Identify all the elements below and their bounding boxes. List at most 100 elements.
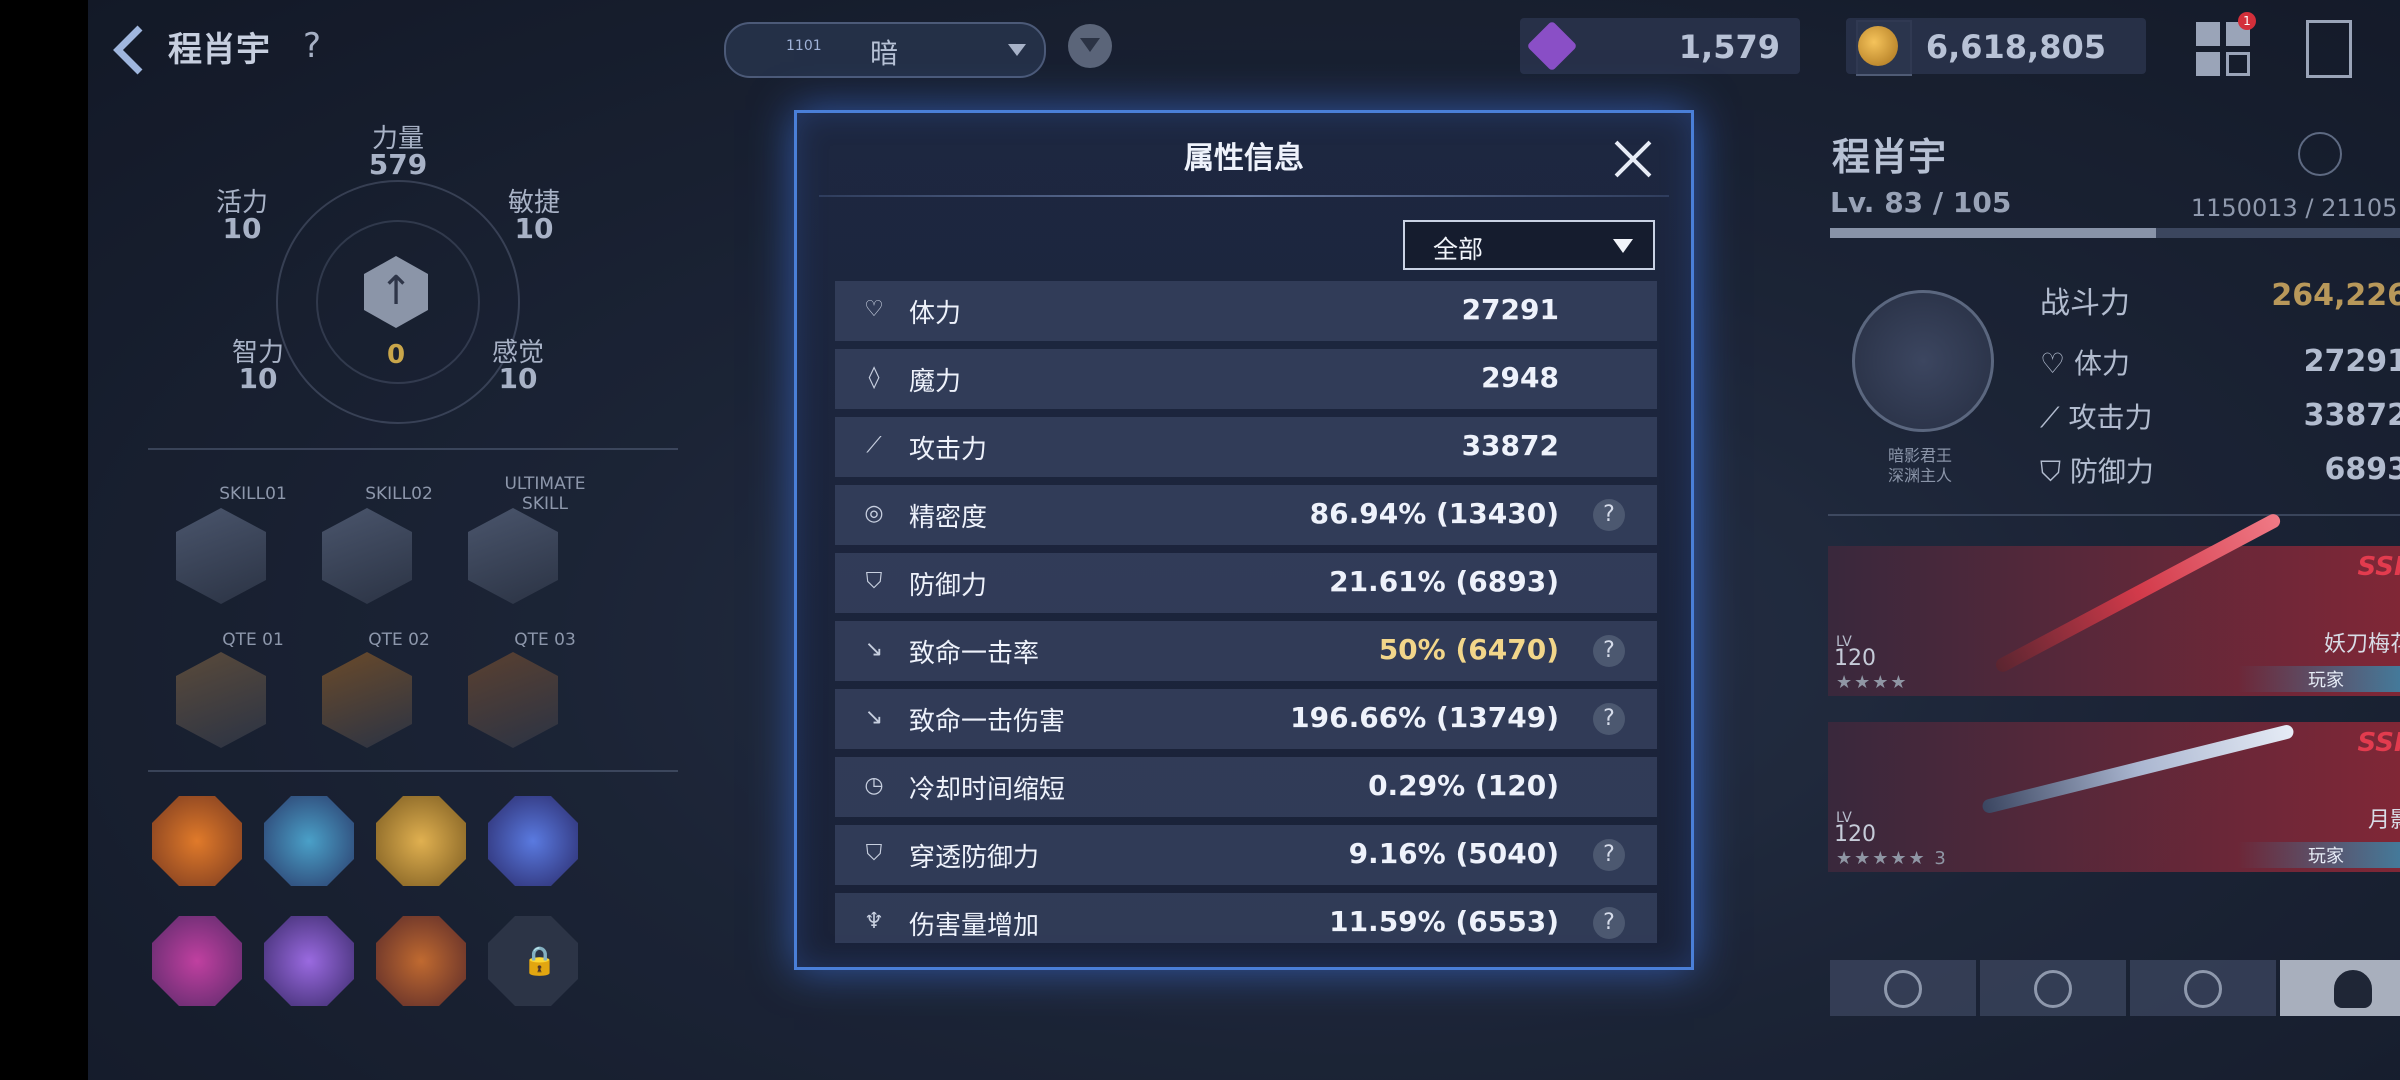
attribute-value: 0.29% (120) <box>1368 769 1559 802</box>
close-icon[interactable] <box>1613 139 1653 179</box>
heart-icon: ♡ <box>2040 347 2075 380</box>
attribute-name: 伤害量增加 <box>909 911 1040 941</box>
attribute-value: 21.61% (6893) <box>1329 565 1559 598</box>
help-icon[interactable]: ? <box>1593 839 1625 871</box>
qte03-label: QTE 03 <box>514 630 576 650</box>
filter-value: 全部 <box>1433 235 1484 264</box>
search-icon[interactable] <box>2298 132 2342 176</box>
attribute-value: 33872 <box>1461 429 1559 462</box>
tab-skills[interactable] <box>2130 960 2276 1016</box>
help-icon[interactable]: ? <box>1593 703 1625 735</box>
attribute-value: 50% (6470) <box>1378 633 1559 666</box>
weapon-level: 120 <box>1834 646 1876 671</box>
weapon-level: 120 <box>1834 822 1876 847</box>
game-screen: 程肖宇 ? 1101 暗 1,579 + 6,618,805 1 力量 579 … <box>88 0 2400 1080</box>
passive-armor-icon[interactable] <box>376 916 466 1006</box>
tab-profile[interactable] <box>2280 960 2400 1016</box>
gold-coin-icon <box>1858 26 1898 66</box>
back-arrow-icon[interactable] <box>110 24 150 76</box>
passive-strike-icon[interactable] <box>376 796 466 886</box>
passive-meditate-icon[interactable] <box>264 916 354 1006</box>
attribute-value: 27291 <box>1461 293 1559 326</box>
vitality-value: 10 <box>222 212 262 245</box>
gem-count: 1,579 <box>1678 28 1780 66</box>
passive-heart-icon[interactable] <box>152 916 242 1006</box>
target-icon: ◎ <box>864 501 884 526</box>
weapon-card[interactable]: SSR LV 120 月影 ★★★★★ 3 玩家 <box>1828 722 2400 872</box>
sword-icon: ⟋ <box>2040 401 2069 434</box>
element-dropdown[interactable]: 1101 暗 <box>724 22 1046 78</box>
attribute-name: 致命一击伤害 <box>909 707 1066 737</box>
locked-slot: 🔒 <box>488 916 578 1006</box>
skill01-label: SKILL01 <box>219 484 287 504</box>
class-emblem-icon <box>1852 290 1994 432</box>
weapon-card[interactable]: SSR LV 120 妖刀梅花 ★★★★ 玩家 <box>1828 511 2400 696</box>
attribute-name: 穿透防御力 <box>909 843 1040 873</box>
attribute-row: ⛉ 穿透防御力 9.16% (5040)? <box>835 825 1657 885</box>
cooldown-icon: ◷ <box>864 773 884 798</box>
perception-value: 10 <box>498 362 538 395</box>
shield-icon: ⛉ <box>2040 455 2070 488</box>
arrow-up-icon: ↑ <box>379 268 413 314</box>
profile-level: Lv. 83 / 105 <box>1830 186 2012 219</box>
owner-tag: 玩家 <box>2238 842 2400 868</box>
pierce-icon: ⛉ <box>865 841 883 866</box>
profile-exp: 1150013 / 2110510 <box>2190 194 2400 222</box>
droplet-icon: ◊ <box>868 365 880 390</box>
modal-title: 属性信息 <box>1184 141 1304 176</box>
title-divider <box>819 195 1669 197</box>
def-label: ⛉ 防御力 <box>2040 455 2154 488</box>
help-icon[interactable]: ? <box>1593 499 1625 531</box>
heart-icon: ♡ <box>864 297 884 322</box>
attribute-row: ◷ 冷却时间缩短 0.29% (120) <box>835 757 1657 817</box>
tab-equipment[interactable] <box>1980 960 2126 1016</box>
crit-rate-icon: ↘ <box>864 637 884 662</box>
armor-icon <box>2034 970 2072 1008</box>
attribute-list[interactable]: ♡ 体力 27291 ◊ 魔力 2948 ⟋ 攻击力 33872 ◎ 精密度 86.94% (1343… <box>835 281 1657 943</box>
menu-grid-icon[interactable] <box>2196 22 2252 78</box>
tab-element[interactable] <box>1830 960 1976 1016</box>
attribute-name: 精密度 <box>909 503 988 533</box>
attribute-name: 防御力 <box>909 571 988 601</box>
ultimate-skill-label: ULTIMATE SKILL <box>504 474 586 514</box>
agility-value: 10 <box>514 212 554 245</box>
atk-label: ⟋ 攻击力 <box>2040 401 2153 434</box>
attribute-value: 196.66% (13749) <box>1290 701 1559 734</box>
star-compass-icon <box>2184 970 2222 1008</box>
damage-up-icon: ♆ <box>864 909 884 934</box>
exp-bar-fill <box>1830 228 2156 238</box>
attribute-row: ◎ 精密度 86.94% (13430)? <box>835 485 1657 545</box>
shield-icon: ⛉ <box>865 569 883 594</box>
weapon-name: 月影 <box>2367 808 2400 833</box>
profile-name: 程肖宇 <box>1832 135 1947 179</box>
exit-door-icon[interactable] <box>2306 20 2352 78</box>
sword-icon: ⟋ <box>866 433 882 458</box>
passive-aura-icon[interactable] <box>488 796 578 886</box>
atom-icon <box>1884 970 1922 1008</box>
attribute-row: ◊ 魔力 2948 <box>835 349 1657 409</box>
weapon-image <box>1981 723 2295 815</box>
character-title: 程肖宇 <box>168 30 270 70</box>
skill02-label: SKILL02 <box>365 484 433 504</box>
chevron-down-icon <box>1008 44 1026 56</box>
attribute-filter-select[interactable]: 全部 <box>1403 220 1655 270</box>
hp-label: ♡ 体力 <box>2040 347 2131 380</box>
passive-slash-icon[interactable] <box>264 796 354 886</box>
attribute-name: 冷却时间缩短 <box>909 775 1066 805</box>
help-icon[interactable]: ? <box>1593 635 1625 667</box>
passive-fire-icon[interactable] <box>152 796 242 886</box>
strength-value: 579 <box>368 148 428 181</box>
attribute-value: 86.94% (13430) <box>1309 497 1559 530</box>
help-icon[interactable]: ? <box>1593 907 1625 939</box>
notification-badge: 1 <box>2238 12 2256 30</box>
gold-currency: 6,618,805 <box>1846 18 2146 74</box>
divider <box>1828 514 2400 516</box>
gold-count: 6,618,805 <box>1925 28 2106 66</box>
help-icon[interactable]: ? <box>303 26 321 66</box>
user-icon <box>2334 970 2372 1008</box>
element-value: 暗 <box>870 37 899 70</box>
filter-icon[interactable] <box>1068 24 1112 68</box>
attribute-name: 攻击力 <box>909 435 988 465</box>
hp-value: 27291 <box>2303 344 2400 379</box>
intelligence-value: 10 <box>238 362 278 395</box>
